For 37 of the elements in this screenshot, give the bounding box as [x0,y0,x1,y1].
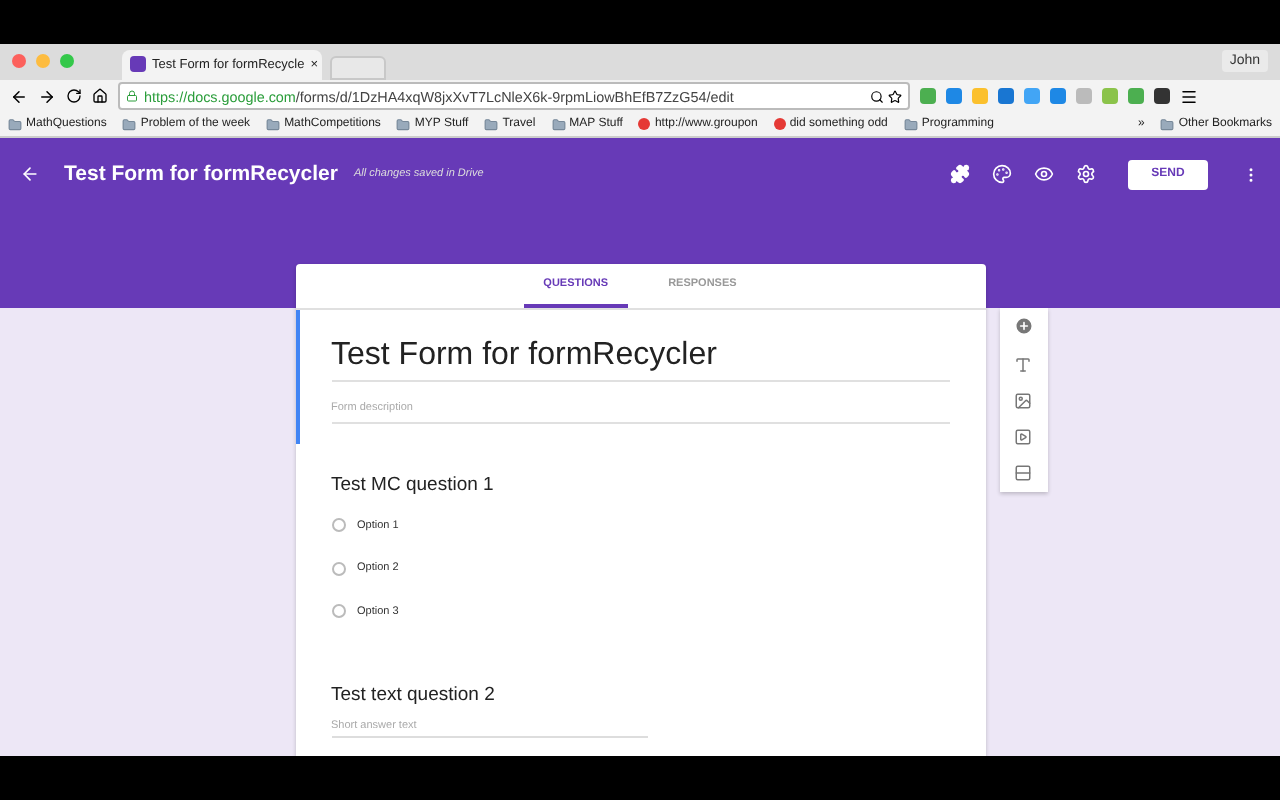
home-icon[interactable] [92,88,108,105]
puzzle-icon[interactable] [950,164,970,185]
menu-icon[interactable] [1180,87,1198,106]
folder-icon [122,117,137,132]
site-icon [638,118,651,131]
star-icon[interactable] [888,89,902,104]
section-icon[interactable] [1014,464,1032,483]
image-icon[interactable] [1014,391,1032,410]
site-icon [773,118,786,131]
folder-icon [266,117,281,132]
video-icon[interactable] [1014,428,1032,447]
close-window-icon[interactable] [12,54,26,69]
reload-icon[interactable] [66,88,82,105]
back-icon[interactable] [20,164,40,185]
question-title: Test MC question 1 [331,473,496,496]
folder-icon [396,117,411,132]
folder-icon [8,117,22,132]
search-icon[interactable] [870,89,884,104]
back-icon[interactable] [10,87,28,106]
folder-icon [1160,117,1175,132]
text-icon[interactable] [1014,355,1032,374]
folder-icon [903,117,918,132]
palette-icon[interactable] [992,164,1012,185]
settings-icon[interactable] [1076,164,1096,185]
add-icon[interactable] [1013,316,1033,337]
form-icon [130,56,146,73]
radio-button[interactable] [331,518,345,533]
forward-icon[interactable] [38,87,56,106]
folder-icon [551,117,566,132]
radio-button[interactable] [331,561,345,576]
form-title-field[interactable]: Test Form for formRecycler [331,337,949,382]
radio-button[interactable] [331,604,345,619]
folder-icon [484,117,499,132]
eye-icon[interactable] [1034,164,1054,185]
question-title: Test text question 2 [331,684,497,707]
lock-icon [126,90,138,103]
form-name: Test Form for formRecycler [64,162,338,187]
